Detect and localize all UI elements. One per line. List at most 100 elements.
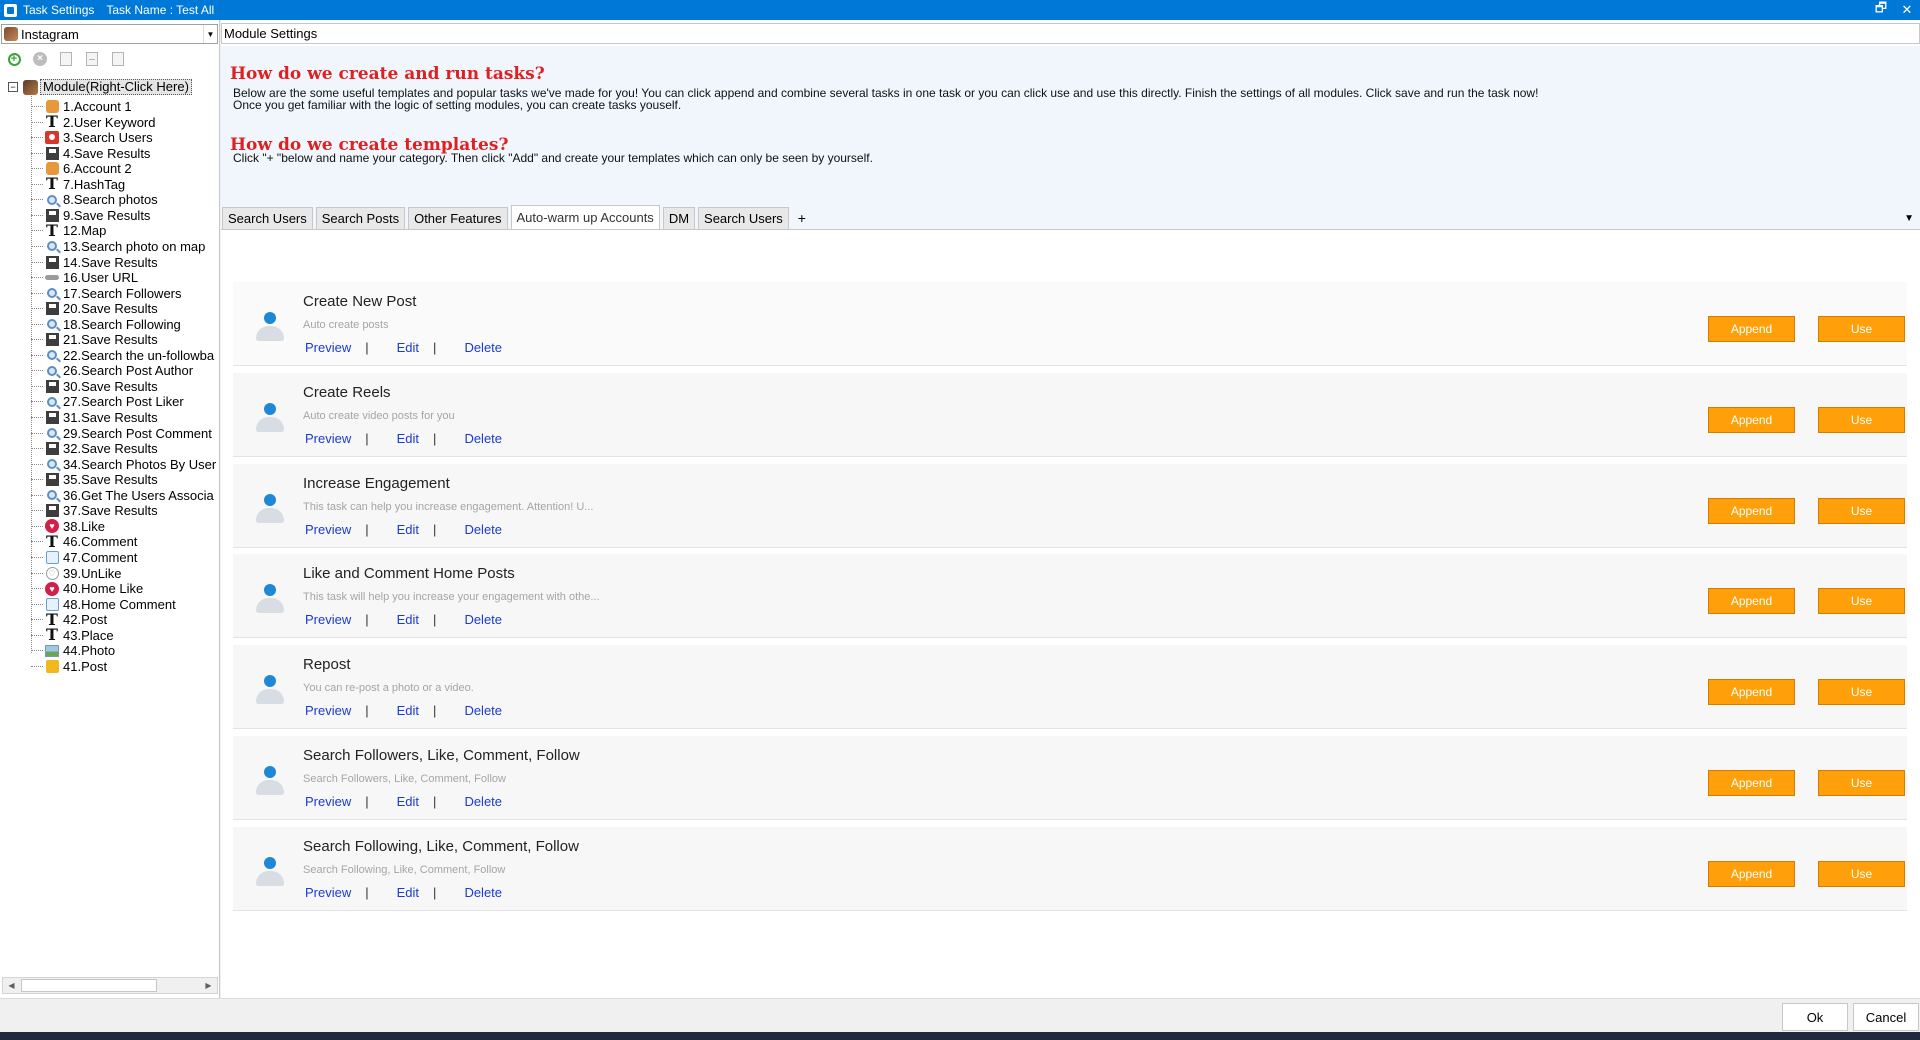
tree-root-label: Module(Right-Click Here) (40, 79, 192, 95)
preview-link[interactable]: Preview (305, 885, 351, 900)
scroll-left-icon[interactable]: ◀ (3, 978, 20, 993)
delete-link[interactable]: Delete (464, 885, 502, 900)
info-text-run-tasks-2: Once you get familiar with the logic of … (233, 98, 682, 112)
tree-root[interactable]: − Module(Right-Click Here) (8, 78, 192, 96)
add-module-button[interactable]: + (4, 49, 24, 69)
tree-connector (31, 541, 43, 543)
tab-auto-warm-up-accounts[interactable]: Auto-warm up Accounts (510, 205, 660, 229)
tab-search-users[interactable]: Search Users (222, 207, 313, 229)
restore-button[interactable]: 🗗 (1868, 0, 1894, 20)
preview-link[interactable]: Preview (305, 340, 351, 355)
preview-link[interactable]: Preview (305, 703, 351, 718)
task-name: Task Name : Test All (106, 3, 215, 17)
preview-link[interactable]: Preview (305, 612, 351, 627)
delete-link[interactable]: Delete (464, 522, 502, 537)
paste-module-button[interactable] (108, 49, 128, 69)
instagram-icon (23, 79, 38, 95)
edit-link[interactable]: Edit (397, 885, 419, 900)
cancel-button[interactable]: Cancel (1853, 1003, 1919, 1031)
instagram-icon (4, 27, 18, 41)
template-description: Auto create video posts for you (303, 409, 455, 422)
append-button[interactable]: Append (1708, 497, 1795, 524)
template-actions: Preview | Edit | Delete (305, 794, 502, 809)
use-button[interactable]: Use (1818, 406, 1905, 433)
use-button[interactable]: Use (1818, 770, 1905, 796)
edit-link[interactable]: Edit (397, 522, 419, 537)
preview-link[interactable]: Preview (305, 522, 351, 537)
delete-link[interactable]: Delete (464, 612, 502, 627)
edit-link[interactable]: Edit (397, 431, 419, 446)
platform-select-value: Instagram (21, 26, 79, 42)
delete-link[interactable]: Delete (464, 431, 502, 446)
tabs-dropdown-icon[interactable]: ▼ (1904, 207, 1914, 229)
edit-link[interactable]: Edit (397, 612, 419, 627)
copy-module-button[interactable] (56, 49, 76, 69)
template-title: Create New Post (303, 293, 417, 310)
tree-connector (31, 137, 43, 139)
template-title: Search Following, Like, Comment, Follow (303, 837, 579, 855)
preview-link[interactable]: Preview (305, 794, 351, 809)
link-separator: | (365, 612, 369, 628)
close-button[interactable]: ✕ (1894, 0, 1920, 20)
user-avatar-icon (255, 312, 285, 344)
edit-link[interactable]: Edit (397, 794, 419, 809)
tree-toolbar: + × (4, 48, 128, 70)
link-separator: | (433, 612, 437, 628)
append-button[interactable]: Append (1708, 770, 1795, 796)
template-actions: Preview | Edit | Delete (305, 522, 502, 537)
delete-link[interactable]: Delete (464, 340, 502, 355)
tree-item-label: 41.Post (63, 658, 108, 674)
tree-connector (31, 401, 43, 403)
ok-button[interactable]: Ok (1782, 1003, 1848, 1031)
template-description: This task can help you increase engageme… (303, 500, 594, 513)
tree-connector (31, 370, 43, 372)
tree-connector (31, 261, 43, 263)
use-button[interactable]: Use (1818, 588, 1905, 615)
tree-connector (31, 230, 43, 232)
append-button[interactable]: Append (1708, 406, 1795, 433)
preview-link[interactable]: Preview (305, 431, 351, 446)
append-button[interactable]: Append (1708, 588, 1795, 615)
tree-item[interactable]: 41.Post (31, 657, 107, 676)
export-module-button[interactable] (82, 49, 102, 69)
close-icon: × (33, 52, 47, 66)
module-tree-panel: Instagram ▼ + × − Module(Right-Click Her… (0, 20, 220, 998)
template-title: Repost (303, 656, 351, 674)
tree-connector (31, 339, 43, 341)
tab-other-features[interactable]: Other Features (408, 207, 508, 229)
tab-search-posts[interactable]: Search Posts (315, 207, 406, 229)
tab-dm[interactable]: DM (662, 207, 696, 229)
delete-link[interactable]: Delete (464, 703, 502, 718)
tree-connector (31, 525, 43, 527)
delete-link[interactable]: Delete (464, 794, 502, 809)
tree-connector (31, 323, 43, 325)
append-button[interactable]: Append (1708, 679, 1795, 706)
link-separator: | (433, 430, 437, 446)
delete-module-button[interactable]: × (30, 49, 50, 69)
append-button[interactable]: Append (1708, 860, 1795, 887)
tree-connector (31, 603, 43, 605)
edit-link[interactable]: Edit (397, 340, 419, 355)
template-actions: Preview | Edit | Delete (305, 340, 502, 355)
use-button[interactable]: Use (1818, 679, 1905, 706)
use-button[interactable]: Use (1818, 497, 1905, 524)
template-actions: Preview | Edit | Delete (305, 703, 502, 718)
platform-select[interactable]: Instagram ▼ (1, 24, 218, 44)
scrollbar-thumb[interactable] (21, 979, 157, 992)
scroll-right-icon[interactable]: ▶ (200, 978, 217, 993)
use-button[interactable]: Use (1818, 860, 1905, 887)
tab-search-users[interactable]: Search Users (698, 207, 789, 229)
tree-connector (31, 354, 43, 356)
template-card: Search Followers, Like, Comment, Follow S… (233, 736, 1907, 820)
collapse-icon[interactable]: − (8, 82, 18, 92)
user-avatar-icon (255, 766, 285, 798)
edit-link[interactable]: Edit (397, 703, 419, 718)
add-tab-button[interactable]: + (792, 207, 812, 229)
tree-connector (31, 385, 43, 387)
use-button[interactable]: Use (1818, 316, 1905, 342)
link-separator: | (433, 794, 437, 809)
horizontal-scrollbar[interactable]: ◀ ▶ (2, 977, 218, 994)
link-separator: | (433, 703, 437, 719)
chevron-down-icon[interactable]: ▼ (203, 25, 217, 43)
append-button[interactable]: Append (1708, 316, 1795, 342)
